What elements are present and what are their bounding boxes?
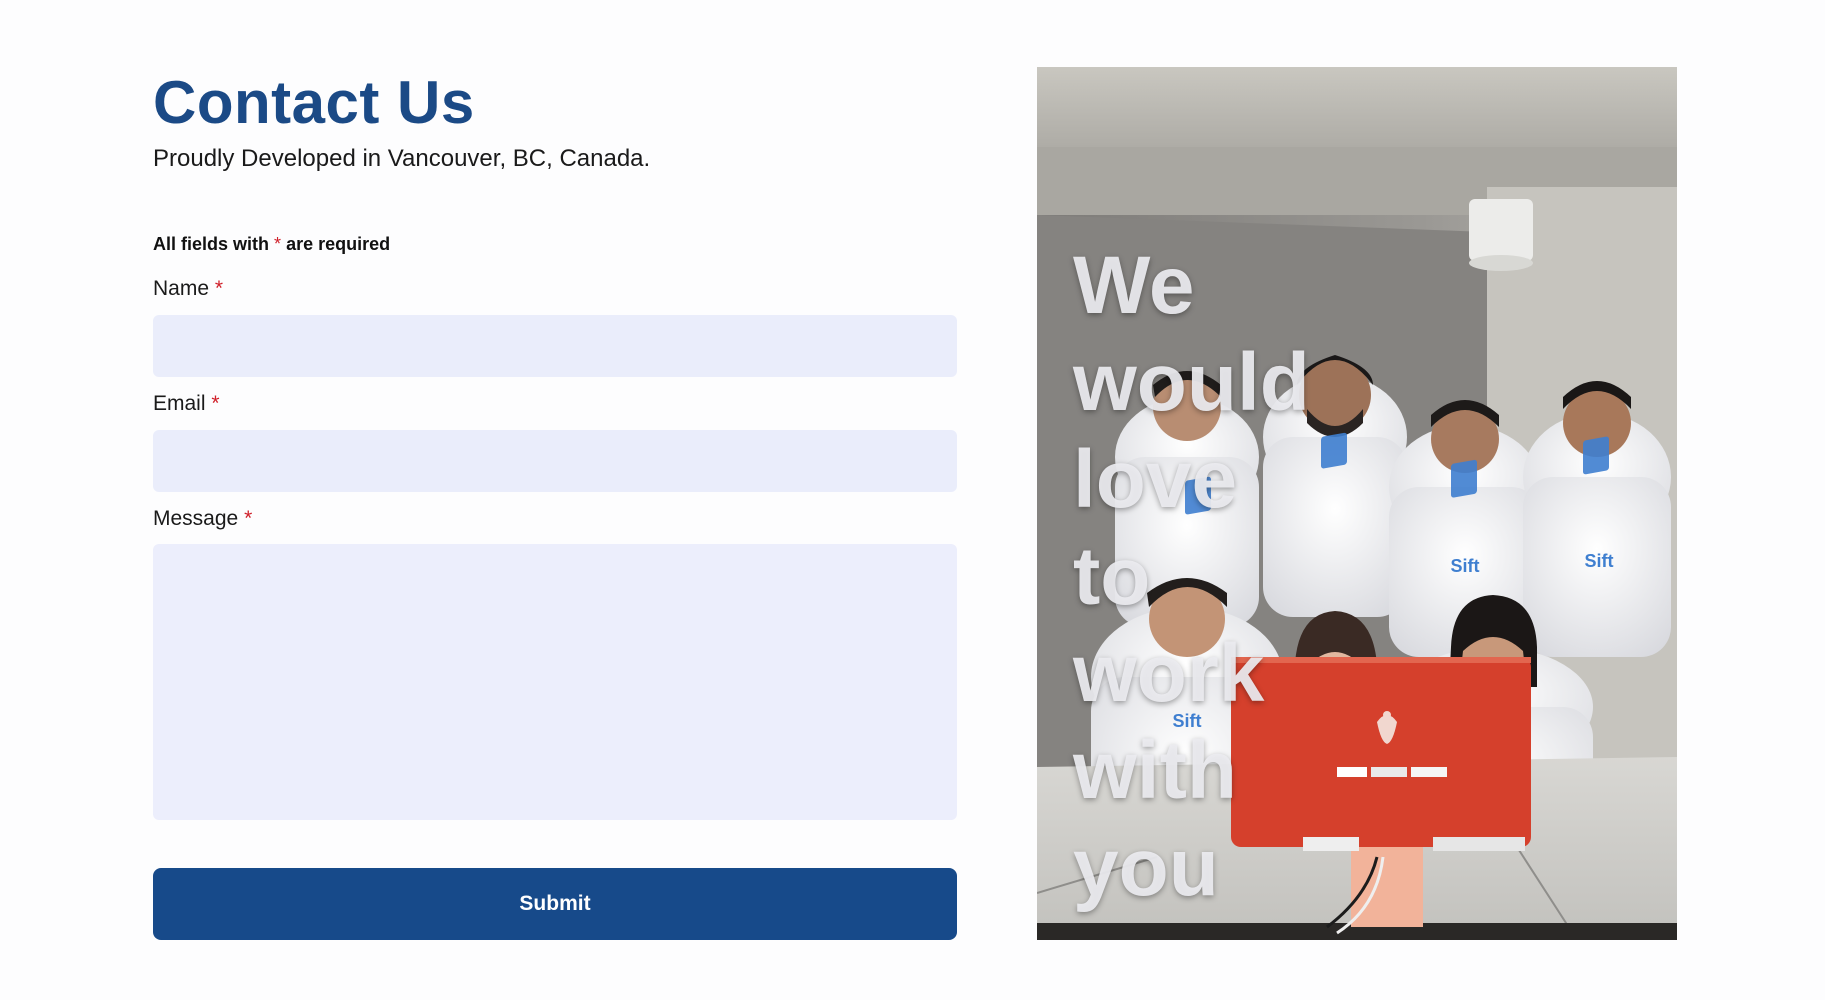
hoodie-logo-text: Sift <box>1585 551 1614 571</box>
name-label-text: Name <box>153 277 210 300</box>
required-note-suffix: are required <box>286 234 391 254</box>
submit-button[interactable]: Submit <box>153 868 957 940</box>
name-label: Name * <box>153 277 223 301</box>
required-asterisk: * <box>211 392 220 415</box>
email-input[interactable] <box>153 430 957 492</box>
page-subtitle: Proudly Developed in Vancouver, BC, Cana… <box>153 145 651 172</box>
photo-overlay-headline: We would love to work with you <box>1073 240 1310 913</box>
contact-form: Contact Us Proudly Developed in Vancouve… <box>153 68 957 940</box>
page: Contact Us Proudly Developed in Vancouve… <box>0 0 1825 1000</box>
required-asterisk: * <box>274 234 282 254</box>
email-label: Email * <box>153 392 220 416</box>
required-note-prefix: All fields with <box>153 234 270 254</box>
required-asterisk: * <box>214 277 224 300</box>
name-input[interactable] <box>153 315 957 377</box>
message-label: Message * <box>153 507 252 531</box>
message-label-text: Message <box>153 507 239 530</box>
required-fields-note: All fields with * are required <box>153 234 390 255</box>
required-asterisk: * <box>244 507 253 530</box>
team-photo: Sift Sift Sift We would love to work wit… <box>1037 67 1677 940</box>
message-textarea[interactable] <box>153 544 957 820</box>
email-label-text: Email <box>153 392 206 415</box>
hoodie-logo-text: Sift <box>1451 556 1480 576</box>
page-title: Contact Us <box>153 69 475 136</box>
